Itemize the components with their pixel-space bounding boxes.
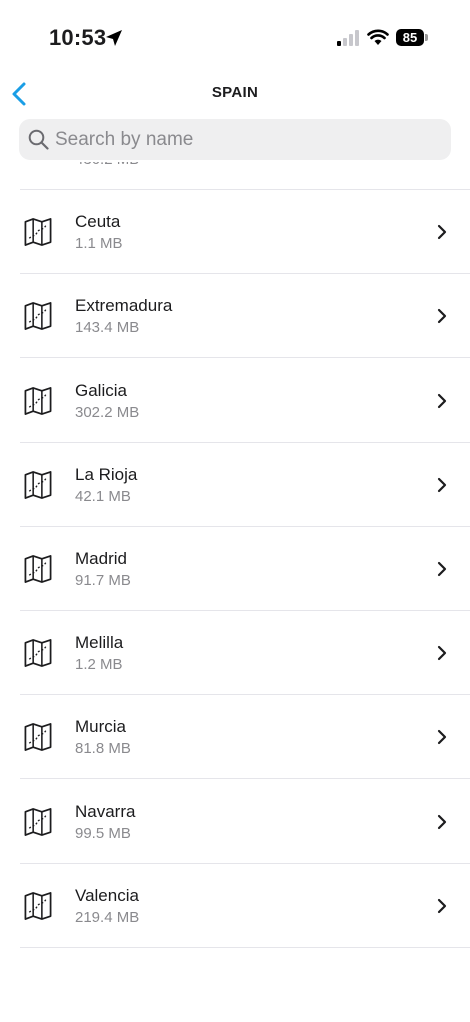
chevron-right-icon — [437, 814, 447, 829]
cellular-signal-icon — [337, 30, 359, 46]
map-icon — [24, 723, 52, 752]
list-item[interactable]: Extremadura 143.4 MB — [0, 274, 470, 359]
battery-indicator: 85 — [396, 29, 424, 46]
location-arrow-icon — [106, 30, 122, 46]
region-name: Murcia — [75, 717, 127, 737]
chevron-right-icon — [437, 561, 447, 577]
region-size: 91.7 MB — [75, 572, 131, 589]
map-icon — [24, 470, 52, 499]
region-name: Melilla — [75, 633, 124, 653]
list-item[interactable]: Galicia 302.2 MB — [0, 359, 470, 443]
region-name: Ceuta — [75, 212, 121, 232]
list-item[interactable]: Ceuta 1.1 MB — [0, 190, 470, 275]
status-time: 10:53 — [49, 25, 107, 50]
list-item[interactable]: La Rioja 42.1 MB — [0, 443, 470, 527]
region-list[interactable]: 436.2 MB Ceuta 1.1 MB Extremadura 143.4 MB Ga… — [0, 162, 470, 1022]
region-size: 42.1 MB — [75, 487, 131, 505]
region-size: 143.4 MB — [75, 319, 140, 337]
battery-nub — [425, 34, 428, 41]
region-name: Navarra — [75, 801, 136, 821]
list-item[interactable]: Navarra 99.5 MB — [0, 780, 470, 864]
page-title: SPAIN — [211, 84, 259, 101]
region-size: 1.1 MB — [75, 235, 123, 253]
list-item[interactable]: Murcia 81.8 MB — [0, 695, 470, 780]
status-bar: 10:53 85 — [0, 0, 470, 76]
nav-bar: SPAIN — [0, 76, 470, 112]
map-icon — [24, 386, 52, 415]
search-icon — [28, 129, 49, 150]
region-name: Galicia — [75, 380, 127, 400]
chevron-right-icon — [437, 730, 447, 745]
region-name: La Rioja — [75, 464, 138, 484]
region-size: 1.2 MB — [75, 656, 123, 674]
map-icon — [24, 639, 52, 668]
map-icon — [21, 162, 55, 163]
chevron-right-icon — [437, 393, 447, 408]
map-icon — [24, 555, 52, 583]
region-name: Valencia — [75, 885, 139, 905]
map-icon — [24, 302, 52, 331]
search-bar[interactable] — [19, 119, 451, 160]
chevron-right-icon — [437, 477, 447, 492]
region-name: Extremadura — [75, 296, 173, 316]
list-item[interactable]: Melilla 1.2 MB — [0, 611, 470, 696]
region-size: 81.8 MB — [75, 740, 131, 758]
chevron-right-icon — [437, 646, 447, 661]
map-icon — [24, 807, 52, 836]
region-size: 436.2 MB — [75, 162, 139, 168]
region-size: 219.4 MB — [75, 908, 140, 926]
row-divider — [20, 946, 470, 948]
wifi-icon — [367, 29, 389, 45]
list-item[interactable]: Valencia 219.4 MB — [0, 864, 470, 948]
region-name: Madrid — [75, 549, 127, 568]
battery-level: 85 — [402, 30, 418, 45]
search-input[interactable] — [55, 119, 435, 160]
chevron-right-icon — [437, 225, 447, 240]
list-item[interactable]: 436.2 MB — [0, 162, 470, 190]
region-size: 302.2 MB — [75, 403, 140, 421]
list-item[interactable]: Madrid 91.7 MB — [0, 527, 470, 611]
chevron-right-icon — [437, 309, 447, 324]
chevron-right-icon — [437, 898, 447, 913]
region-size: 99.5 MB — [75, 824, 131, 842]
map-icon — [24, 218, 52, 247]
map-icon — [24, 891, 52, 920]
